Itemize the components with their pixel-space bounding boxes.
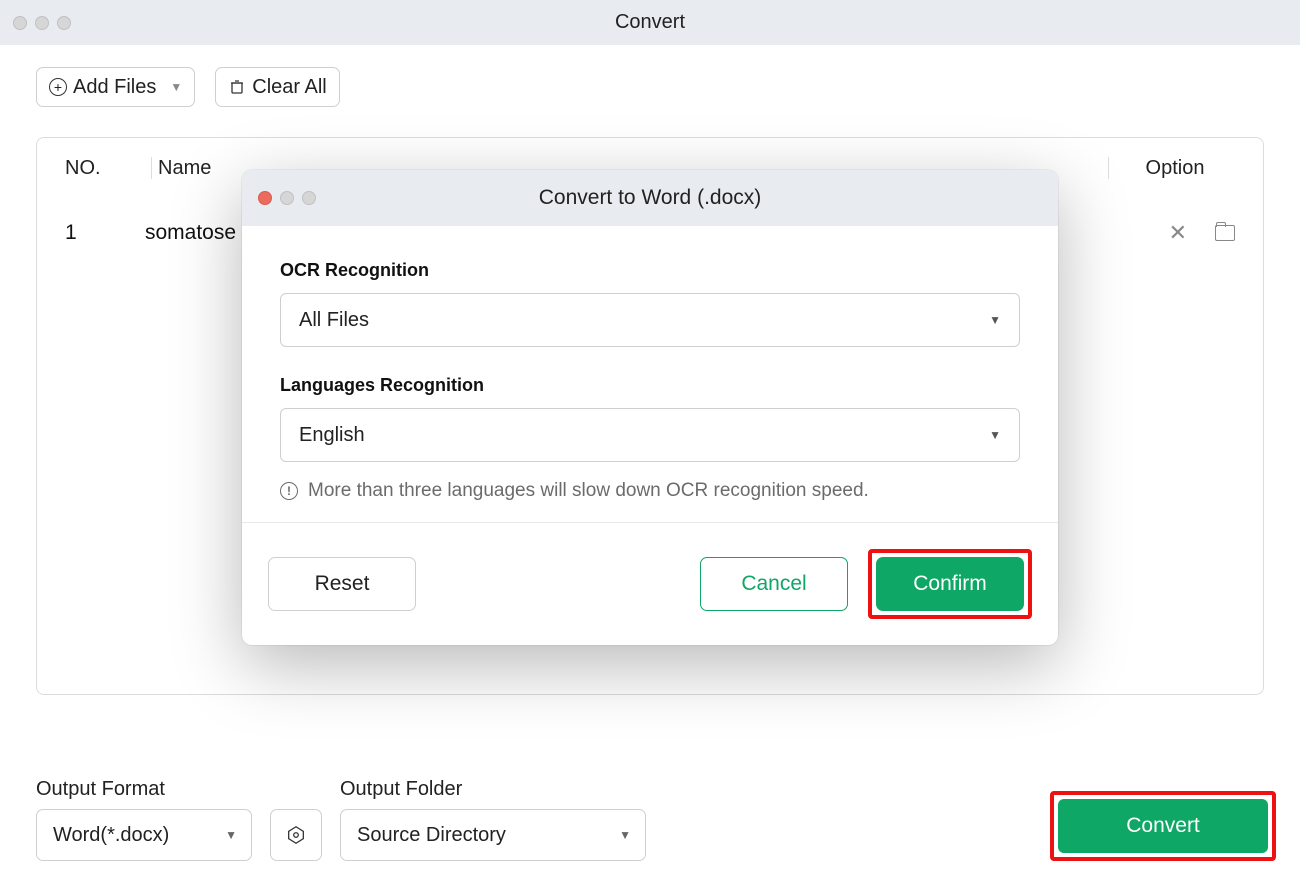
ocr-recognition-value: All Files [299,309,369,332]
add-files-button[interactable]: + Add Files ▼ [36,67,195,107]
clear-all-button[interactable]: Clear All [215,67,339,107]
divider [151,157,152,179]
row-no: 1 [65,221,145,245]
clear-all-label: Clear All [252,76,326,99]
add-files-label: Add Files [73,76,156,99]
ocr-recognition-label: OCR Recognition [280,260,1020,281]
confirm-button[interactable]: Confirm [876,557,1024,611]
divider [1108,157,1109,179]
row-option: ✕ [1115,220,1235,246]
output-folder-label: Output Folder [340,778,646,801]
info-icon: ! [280,482,298,500]
open-folder-icon[interactable] [1215,225,1235,241]
chevron-down-icon: ▼ [170,80,182,94]
column-header-no: NO. [65,157,145,180]
plus-circle-icon: + [49,78,67,96]
window-close-icon[interactable] [13,16,27,30]
window-title: Convert [0,11,1300,34]
languages-recognition-label: Languages Recognition [280,375,1020,396]
modal-minimize-icon[interactable] [280,191,294,205]
cancel-button[interactable]: Cancel [700,557,848,611]
modal-traffic-lights [258,191,316,205]
modal-zoom-icon[interactable] [302,191,316,205]
traffic-lights [13,16,71,30]
languages-hint-text: More than three languages will slow down… [308,480,869,502]
modal-close-icon[interactable] [258,191,272,205]
output-folder-value: Source Directory [357,824,506,847]
reset-button[interactable]: Reset [268,557,416,611]
modal-body: OCR Recognition All Files ▼ Languages Re… [242,226,1058,522]
output-settings-button[interactable] [270,809,322,861]
titlebar: Convert [0,0,1300,45]
convert-highlight: Convert [1050,791,1276,861]
window-zoom-icon[interactable] [57,16,71,30]
output-format-group: Output Format Word(*.docx) ▼ [36,778,252,861]
convert-button[interactable]: Convert [1058,799,1268,853]
modal-footer: Reset Cancel Confirm [242,522,1058,645]
languages-recognition-select[interactable]: English ▼ [280,408,1020,462]
output-folder-select[interactable]: Source Directory ▼ [340,809,646,861]
confirm-highlight: Confirm [868,549,1032,619]
languages-recognition-value: English [299,424,365,447]
bottom-bar: Output Format Word(*.docx) ▼ Output Fold… [36,778,1276,861]
output-format-select[interactable]: Word(*.docx) ▼ [36,809,252,861]
toolbar: + Add Files ▼ Clear All [0,45,1300,107]
output-folder-group: Output Folder Source Directory ▼ [340,778,646,861]
chevron-down-icon: ▼ [989,313,1001,327]
gear-icon [285,824,307,846]
chevron-down-icon: ▼ [619,828,631,842]
output-format-value: Word(*.docx) [53,824,169,847]
remove-row-icon[interactable]: ✕ [1169,220,1187,246]
chevron-down-icon: ▼ [989,428,1001,442]
column-header-option: Option [1115,157,1235,180]
ocr-recognition-select[interactable]: All Files ▼ [280,293,1020,347]
convert-options-modal: Convert to Word (.docx) OCR Recognition … [242,170,1058,645]
languages-hint: ! More than three languages will slow do… [280,480,1020,502]
window-minimize-icon[interactable] [35,16,49,30]
modal-titlebar: Convert to Word (.docx) [242,170,1058,226]
chevron-down-icon: ▼ [225,828,237,842]
output-format-label: Output Format [36,778,252,801]
trash-icon [228,78,246,96]
modal-title: Convert to Word (.docx) [242,186,1058,210]
